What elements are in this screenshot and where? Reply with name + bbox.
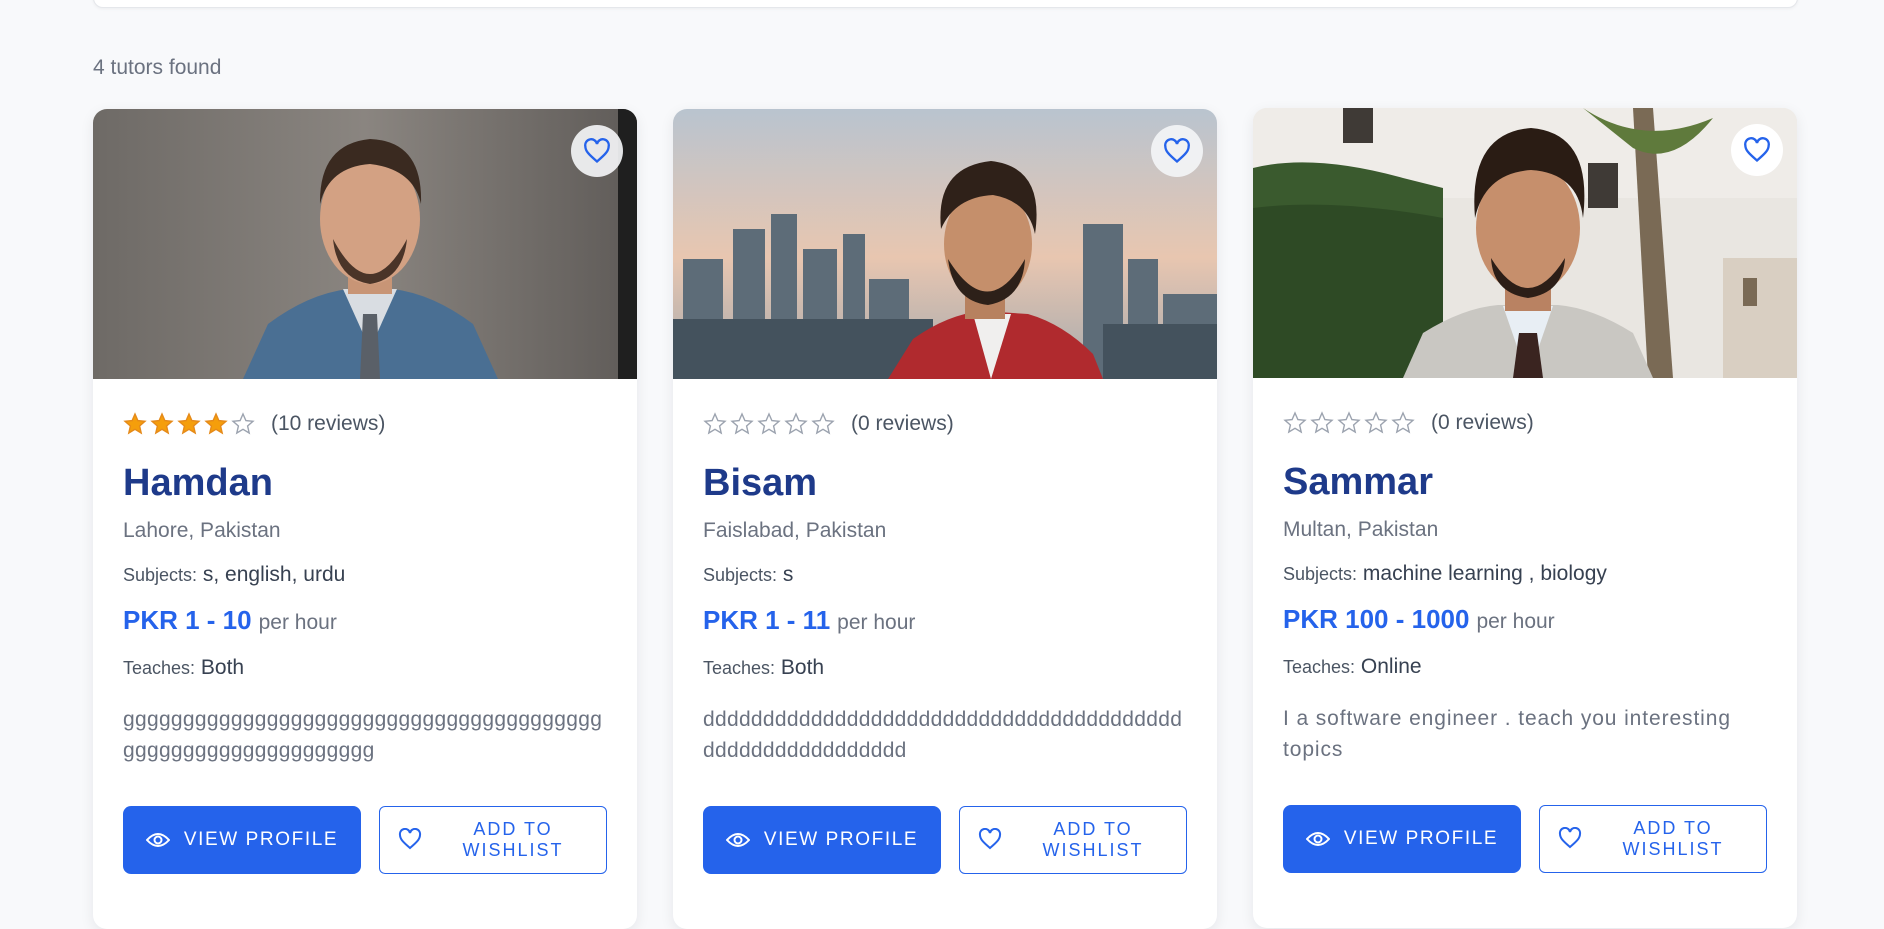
subjects-value: machine learning , biology xyxy=(1362,562,1607,585)
review-count: (10 reviews) xyxy=(271,412,386,435)
star-empty-icon xyxy=(1337,411,1361,434)
price-range: PKR 100 - 1000 xyxy=(1283,604,1470,634)
teaches-row: Teaches: Both xyxy=(123,656,607,680)
tutor-location: Multan, Pakistan xyxy=(1283,518,1439,541)
teaches-label: Teaches: xyxy=(123,658,196,678)
favorite-button[interactable] xyxy=(571,125,623,177)
subjects-value: s xyxy=(782,563,794,586)
teaches-label: Teaches: xyxy=(1283,657,1356,677)
tutor-name: Hamdan xyxy=(123,462,273,504)
tutor-card: (0 reviews) Bisam Faislabad, Pakistan Su… xyxy=(673,109,1217,929)
star-filled-icon xyxy=(123,412,147,435)
price-unit: per hour xyxy=(837,611,916,634)
price-unit: per hour xyxy=(1476,610,1555,633)
star-empty-icon xyxy=(730,412,754,435)
star-empty-icon xyxy=(1310,411,1334,434)
subjects-label: Subjects: xyxy=(1283,564,1358,584)
add-to-wishlist-button[interactable]: ADD TO WISHLIST xyxy=(379,806,607,874)
favorite-button[interactable] xyxy=(1151,125,1203,177)
star-empty-icon xyxy=(703,412,727,435)
price-row: PKR 100 - 1000 per hour xyxy=(1283,604,1767,635)
star-filled-icon xyxy=(204,412,228,435)
teaches-value: Both xyxy=(200,656,245,679)
view-profile-label: VIEW PROFILE xyxy=(1343,828,1499,849)
teaches-value: Both xyxy=(780,656,825,679)
tutor-photo xyxy=(93,109,637,379)
view-profile-label: VIEW PROFILE xyxy=(763,829,919,850)
tutor-description: I a software engineer . teach you intere… xyxy=(1283,707,1731,761)
tutor-description: dddddddddddddddddddddddddddddddddddddddd… xyxy=(703,708,1183,762)
teaches-label: Teaches: xyxy=(703,658,776,678)
heart-icon xyxy=(398,828,422,850)
star-rating xyxy=(1283,411,1415,435)
tutor-name: Sammar xyxy=(1283,461,1433,503)
view-profile-button[interactable]: VIEW PROFILE xyxy=(123,806,361,874)
tutor-location: Lahore, Pakistan xyxy=(123,519,281,542)
eye-icon xyxy=(145,833,170,847)
teaches-row: Teaches: Both xyxy=(703,656,1187,680)
search-filter-panel xyxy=(93,0,1798,8)
star-empty-icon xyxy=(757,412,781,435)
add-to-wishlist-label: ADD TO WISHLIST xyxy=(1622,818,1724,859)
favorite-button[interactable] xyxy=(1731,124,1783,176)
subjects-label: Subjects: xyxy=(703,565,778,585)
subjects-row: Subjects: s xyxy=(703,563,1187,587)
heart-icon xyxy=(978,828,1002,850)
price-row: PKR 1 - 11 per hour xyxy=(703,605,1187,636)
price-range: PKR 1 - 10 xyxy=(123,605,252,635)
tutor-card: (10 reviews) Hamdan Lahore, Pakistan Sub… xyxy=(93,109,637,929)
rating: (0 reviews) xyxy=(1283,408,1767,438)
add-to-wishlist-button[interactable]: ADD TO WISHLIST xyxy=(959,806,1187,874)
tutor-name: Bisam xyxy=(703,462,818,504)
tutor-card: (0 reviews) Sammar Multan, Pakistan Subj… xyxy=(1253,108,1797,928)
star-empty-icon xyxy=(1391,411,1415,434)
price-row: PKR 1 - 10 per hour xyxy=(123,605,607,636)
rating: (10 reviews) xyxy=(123,409,607,439)
star-filled-icon xyxy=(150,412,174,435)
star-empty-icon xyxy=(1283,411,1307,434)
price-unit: per hour xyxy=(258,611,337,634)
tutor-photo xyxy=(1253,108,1797,378)
rating: (0 reviews) xyxy=(703,409,1187,439)
tutor-location: Faislabad, Pakistan xyxy=(703,519,887,542)
review-count: (0 reviews) xyxy=(1431,411,1534,434)
subjects-label: Subjects: xyxy=(123,565,198,585)
teaches-row: Teaches: Online xyxy=(1283,655,1767,679)
price-range: PKR 1 - 11 xyxy=(703,605,831,635)
star-empty-icon xyxy=(811,412,835,435)
star-empty-icon xyxy=(1364,411,1388,434)
tutor-photo xyxy=(673,109,1217,379)
heart-icon xyxy=(1558,827,1582,849)
star-filled-icon xyxy=(177,412,201,435)
star-rating xyxy=(123,412,255,436)
star-rating xyxy=(703,412,835,436)
add-to-wishlist-label: ADD TO WISHLIST xyxy=(1042,819,1144,860)
eye-icon xyxy=(725,833,750,847)
results-count: 4 tutors found xyxy=(93,56,222,79)
subjects-value: s, english, urdu xyxy=(202,563,346,586)
heart-icon xyxy=(1164,138,1190,164)
subjects-row: Subjects: s, english, urdu xyxy=(123,563,607,587)
teaches-value: Online xyxy=(1360,655,1422,678)
add-to-wishlist-button[interactable]: ADD TO WISHLIST xyxy=(1539,805,1767,873)
add-to-wishlist-label: ADD TO WISHLIST xyxy=(462,819,564,860)
subjects-row: Subjects: machine learning , biology xyxy=(1283,562,1767,586)
eye-icon xyxy=(1305,832,1330,846)
review-count: (0 reviews) xyxy=(851,412,954,435)
view-profile-label: VIEW PROFILE xyxy=(183,829,339,850)
heart-icon xyxy=(1744,137,1770,163)
star-empty-icon xyxy=(231,412,255,435)
heart-icon xyxy=(584,138,610,164)
view-profile-button[interactable]: VIEW PROFILE xyxy=(703,806,941,874)
star-empty-icon xyxy=(784,412,808,435)
view-profile-button[interactable]: VIEW PROFILE xyxy=(1283,805,1521,873)
tutor-description: gggggggggggggggggggggggggggggggggggggggg… xyxy=(123,708,603,762)
tutor-grid: (10 reviews) Hamdan Lahore, Pakistan Sub… xyxy=(93,108,1797,929)
